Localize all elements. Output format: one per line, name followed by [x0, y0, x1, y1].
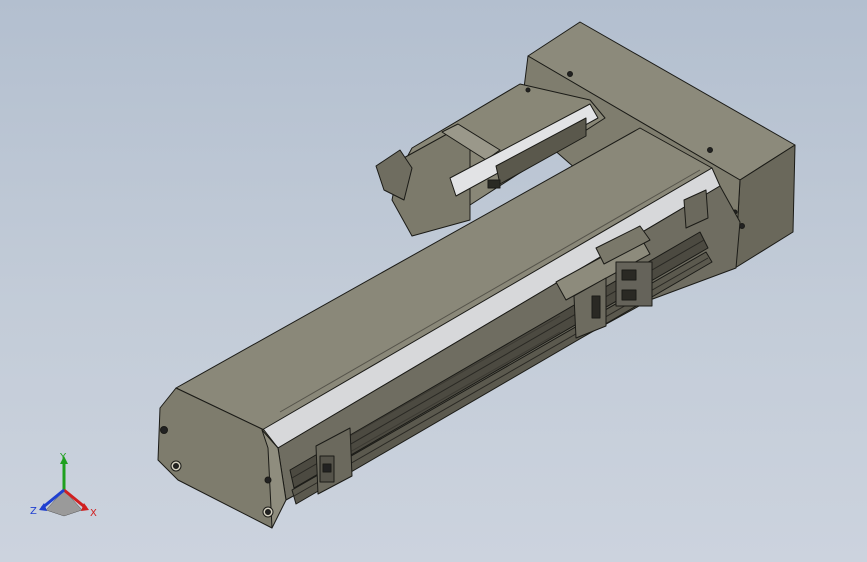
triad-base [45, 489, 83, 517]
triad-z-label: Z [30, 506, 37, 517]
linear-actuator-model[interactable] [0, 0, 867, 562]
orientation-triad: Y X Z [30, 452, 97, 519]
graphics-viewport[interactable]: Y X Z [0, 0, 867, 562]
triad-y-label: Y [59, 452, 67, 463]
triad-x-label: X [90, 508, 97, 519]
